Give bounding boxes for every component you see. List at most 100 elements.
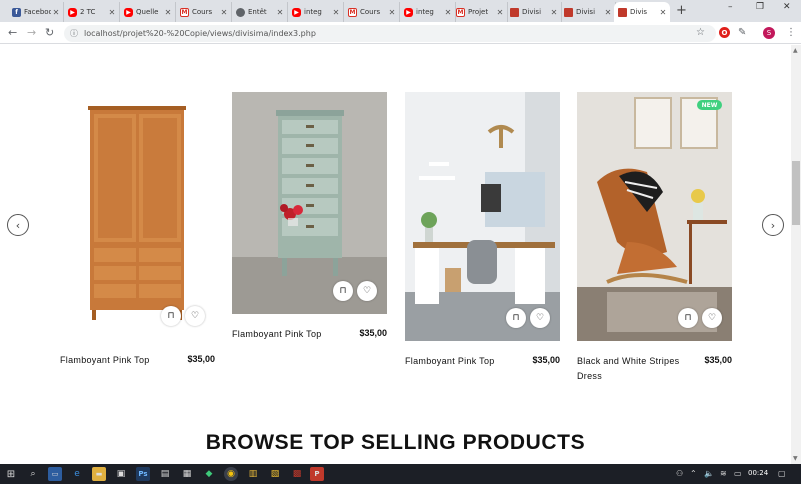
close-icon[interactable]: ✕ bbox=[603, 8, 613, 17]
product-image[interactable] bbox=[405, 92, 560, 341]
task-view-icon[interactable]: ▭ bbox=[48, 467, 62, 481]
tab-title: integ bbox=[416, 8, 434, 16]
browser-tab[interactable]: ▶ 2 TC ✕ bbox=[64, 2, 120, 22]
scrollbar-thumb[interactable] bbox=[792, 161, 800, 225]
people-icon[interactable]: ⚇ bbox=[676, 469, 683, 478]
scroll-up-icon[interactable]: ▲ bbox=[793, 47, 798, 54]
youtube-icon: ▶ bbox=[124, 7, 133, 17]
app-icon[interactable]: ▦ bbox=[180, 467, 194, 481]
close-icon[interactable]: ✕ bbox=[51, 8, 61, 17]
search-icon[interactable]: ⌕ bbox=[26, 467, 40, 481]
close-icon[interactable]: ✕ bbox=[275, 8, 285, 17]
windows-taskbar: ⊞ ⌕ ▭ e ▬ ▣ Ps ▤ ▦ ◆ ◉ ▥ ▧ ▩ P ⚇ ⌃ 🔈 ≋ ▭… bbox=[0, 464, 801, 484]
heart-icon: ♡ bbox=[535, 313, 545, 323]
battery-icon[interactable]: ▭ bbox=[734, 469, 742, 478]
close-icon[interactable]: ✕ bbox=[219, 8, 229, 17]
product-name[interactable]: Flamboyant Pink Top bbox=[405, 354, 495, 369]
browser-tab[interactable]: M Cours ✕ bbox=[176, 2, 232, 22]
notifications-icon[interactable]: ▢ bbox=[778, 469, 786, 478]
address-bar[interactable]: ⓘ localhost/projet%20-%20Copie/views/div… bbox=[64, 25, 716, 42]
wishlist-button[interactable]: ♡ bbox=[530, 308, 550, 328]
shopping-bag-icon: ⊓ bbox=[167, 311, 175, 321]
wishlist-button[interactable]: ♡ bbox=[702, 308, 722, 328]
restore-icon[interactable]: ❐ bbox=[756, 2, 764, 12]
window-close-icon[interactable]: ✕ bbox=[783, 2, 791, 12]
close-icon[interactable]: ✕ bbox=[658, 8, 668, 17]
browser-tab-active[interactable]: Divis ✕ bbox=[614, 2, 670, 22]
divisima-icon bbox=[618, 7, 627, 17]
shopping-bag-icon: ⊓ bbox=[684, 313, 692, 323]
product-price: $35,00 bbox=[187, 354, 215, 364]
browser-tab[interactable]: Divisi ✕ bbox=[506, 2, 562, 22]
close-icon[interactable]: ✕ bbox=[387, 8, 397, 17]
windows-start-icon[interactable]: ⊞ bbox=[4, 467, 18, 481]
wifi-icon[interactable]: ≋ bbox=[720, 469, 727, 478]
opera-extension-icon[interactable]: O bbox=[719, 27, 730, 38]
app-icon[interactable]: ▤ bbox=[158, 467, 172, 481]
product-image[interactable] bbox=[60, 92, 215, 341]
carousel-prev-button[interactable]: ‹ bbox=[7, 214, 29, 236]
browser-tab[interactable]: ▶ integ ✕ bbox=[400, 2, 456, 22]
new-badge: NEW bbox=[697, 100, 722, 110]
product-name[interactable]: Flamboyant Pink Top bbox=[232, 327, 322, 342]
eyedropper-icon[interactable]: ✎ bbox=[738, 27, 746, 38]
tab-title: Projet bbox=[468, 8, 489, 16]
add-to-cart-button[interactable]: ⊓ bbox=[506, 308, 526, 328]
minimize-icon[interactable]: – bbox=[728, 2, 733, 12]
app-icon[interactable]: ▥ bbox=[246, 467, 260, 481]
browser-toolbar: ← → ↻ ⓘ localhost/projet%20-%20Copie/vie… bbox=[0, 22, 801, 44]
product-name[interactable]: Black and White Stripes Dress bbox=[577, 354, 687, 384]
wishlist-button[interactable]: ♡ bbox=[185, 306, 205, 326]
heart-icon: ♡ bbox=[190, 311, 200, 321]
info-icon[interactable]: ⓘ bbox=[70, 28, 78, 39]
browser-tab[interactable]: Entêt ✕ bbox=[232, 2, 288, 22]
file-explorer-icon[interactable]: ▬ bbox=[92, 467, 106, 481]
app-icon[interactable]: ◆ bbox=[202, 467, 216, 481]
product-image[interactable] bbox=[577, 92, 732, 341]
edge-icon[interactable]: e bbox=[70, 467, 84, 481]
close-icon[interactable]: ✕ bbox=[331, 8, 341, 17]
profile-avatar[interactable]: S bbox=[763, 27, 775, 39]
new-tab-button[interactable]: + bbox=[676, 3, 687, 18]
add-to-cart-button[interactable]: ⊓ bbox=[161, 306, 181, 326]
back-arrow-icon[interactable]: ← bbox=[8, 26, 17, 39]
browser-tab[interactable]: fFacebook✕ bbox=[8, 2, 64, 22]
chrome-icon[interactable]: ◉ bbox=[224, 467, 238, 481]
taskbar-clock[interactable]: 00:24 bbox=[748, 469, 768, 477]
divisima-icon bbox=[510, 7, 519, 17]
product-info: Flamboyant Pink Top $35,00 bbox=[232, 327, 387, 342]
web-page: ‹ › ⊓ ♡ Flamboyant Pink Top $35,00 ⊓ ♡ F… bbox=[0, 45, 791, 464]
photoshop-icon[interactable]: Ps bbox=[136, 467, 150, 481]
add-to-cart-button[interactable]: ⊓ bbox=[678, 308, 698, 328]
reload-icon[interactable]: ↻ bbox=[45, 26, 54, 39]
bookmark-star-icon[interactable]: ☆ bbox=[696, 27, 705, 38]
chevron-up-icon[interactable]: ⌃ bbox=[690, 469, 697, 478]
tab-title: Facebook bbox=[24, 8, 51, 16]
browser-tab[interactable]: M Cours ✕ bbox=[344, 2, 400, 22]
browser-tab[interactable]: ▶ integ ✕ bbox=[288, 2, 344, 22]
browser-tab[interactable]: M Projet ✕ bbox=[452, 2, 508, 22]
wishlist-button[interactable]: ♡ bbox=[357, 281, 377, 301]
app-icon[interactable]: ▧ bbox=[268, 467, 282, 481]
store-icon[interactable]: ▣ bbox=[114, 467, 128, 481]
product-info: Flamboyant Pink Top $35,00 bbox=[60, 353, 215, 368]
volume-icon[interactable]: 🔈 bbox=[704, 469, 714, 478]
product-name[interactable]: Flamboyant Pink Top bbox=[60, 353, 150, 368]
menu-kebab-icon[interactable]: ⋮ bbox=[786, 27, 796, 38]
browser-tab[interactable]: ▶ Quelle ✕ bbox=[120, 2, 176, 22]
close-icon[interactable]: ✕ bbox=[163, 8, 173, 17]
close-icon[interactable]: ✕ bbox=[549, 8, 559, 17]
close-icon[interactable]: ✕ bbox=[107, 8, 117, 17]
forward-arrow-icon[interactable]: → bbox=[27, 26, 36, 39]
carousel-next-button[interactable]: › bbox=[762, 214, 784, 236]
powerpoint-icon[interactable]: P bbox=[310, 467, 324, 481]
add-to-cart-button[interactable]: ⊓ bbox=[333, 281, 353, 301]
browser-tab[interactable]: Divisi ✕ bbox=[560, 2, 616, 22]
page-scrollbar[interactable]: ▲ ▼ bbox=[791, 45, 801, 464]
heart-icon: ♡ bbox=[362, 286, 372, 296]
close-icon[interactable]: ✕ bbox=[495, 8, 505, 17]
facebook-icon: f bbox=[12, 7, 21, 17]
tab-title: Cours bbox=[360, 8, 381, 16]
scroll-down-icon[interactable]: ▼ bbox=[793, 455, 798, 462]
app-icon[interactable]: ▩ bbox=[290, 467, 304, 481]
